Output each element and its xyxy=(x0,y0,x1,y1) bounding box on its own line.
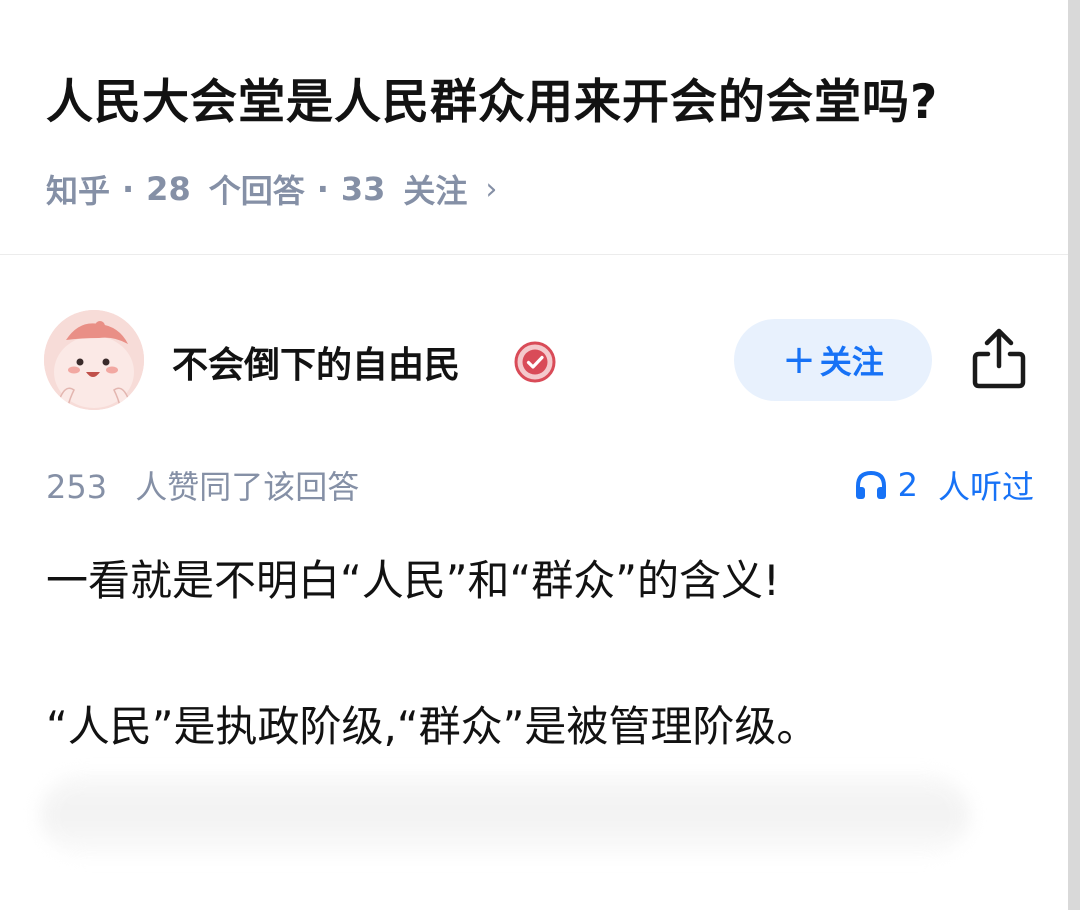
chevron-right-icon[interactable]: › xyxy=(485,172,497,207)
answer-page: 人民大会堂是人民群众用来开会的会堂吗? 知乎 · 28 个回答 · 33 关注 … xyxy=(0,0,1080,910)
avatar-illustration xyxy=(44,310,144,410)
upvote-label: 人赞同了该回答 xyxy=(135,468,360,506)
answer-body[interactable]: 一看就是不明白“人民”和“群众”的含义! “人民”是执政阶级,“群众”是被管理阶… xyxy=(46,552,1046,756)
followers-label: 关注 xyxy=(403,172,468,210)
answer-paragraph: 一看就是不明白“人民”和“群众”的含义! xyxy=(46,556,780,605)
meta-separator: · xyxy=(316,170,329,208)
answers-count: 28 xyxy=(146,170,191,208)
listen-button[interactable]: 2 人听过 xyxy=(854,462,1034,508)
follow-label: 关注 xyxy=(819,343,884,381)
upvote-number: 253 xyxy=(46,468,108,506)
verified-badge-icon xyxy=(514,341,556,383)
question-title[interactable]: 人民大会堂是人民群众用来开会的会堂吗? xyxy=(46,74,1046,132)
content-fade xyxy=(40,775,970,855)
source-label: 知乎 xyxy=(46,172,111,210)
upvote-count: 253 人赞同了该回答 xyxy=(46,462,359,508)
listeners-count: 2 xyxy=(897,466,918,504)
plus-icon: + xyxy=(782,337,816,383)
meta-separator: · xyxy=(122,170,135,208)
followers-count: 33 xyxy=(340,170,386,208)
scrollbar[interactable] xyxy=(1068,0,1080,910)
question-header[interactable]: 人民大会堂是人民群众用来开会的会堂吗? 知乎 · 28 个回答 · 33 关注 … xyxy=(46,74,1046,212)
author-name[interactable]: 不会倒下的自由民 xyxy=(172,336,460,388)
headphones-icon xyxy=(855,470,886,499)
answer-paragraph: “人民”是执政阶级,“群众”是被管理阶级。 xyxy=(46,702,819,751)
divider xyxy=(0,254,1068,255)
listeners-label: 人听过 xyxy=(937,468,1034,506)
follow-button[interactable]: + 关注 xyxy=(734,319,932,401)
question-meta[interactable]: 知乎 · 28 个回答 · 33 关注 › xyxy=(46,166,1046,212)
avatar[interactable] xyxy=(44,310,144,410)
share-icon[interactable] xyxy=(968,324,1030,392)
answers-label: 个回答 xyxy=(208,172,305,210)
